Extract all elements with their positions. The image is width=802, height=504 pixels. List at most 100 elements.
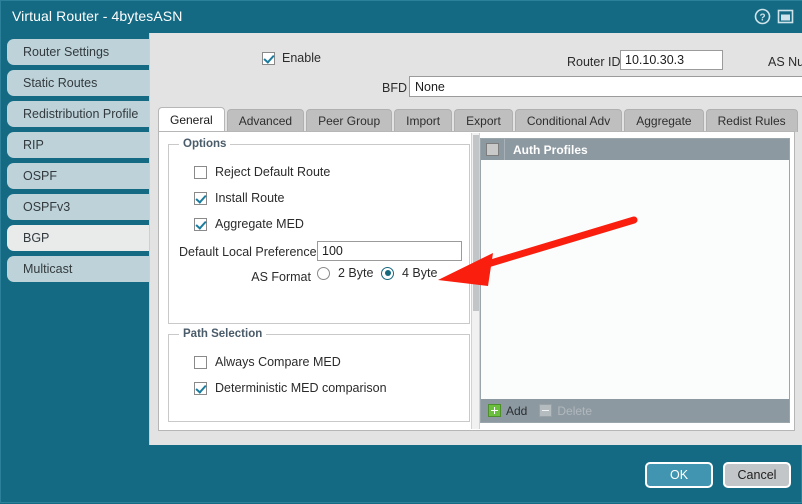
plus-icon — [488, 404, 501, 417]
header-form: Enable Router ID 10.10.30.3 AS Number 42… — [150, 33, 802, 99]
tab-label: Redist Rules — [717, 114, 786, 128]
path-selection-fieldset: Path Selection Always Compare MED Determ… — [168, 328, 470, 422]
sidebar-item-label: BGP — [23, 231, 50, 245]
deterministic-med-row[interactable]: Deterministic MED comparison — [194, 381, 387, 395]
deterministic-med-checkbox[interactable] — [194, 381, 207, 395]
bfd-label: BFD — [382, 81, 407, 95]
router-id-label: Router ID — [567, 55, 621, 69]
tab-label: General — [170, 113, 213, 127]
tab-label: Peer Group — [318, 114, 381, 128]
window-title: Virtual Router - 4bytesASN — [12, 8, 183, 24]
as-format-2byte-label: 2 Byte — [338, 266, 374, 280]
default-local-preference-input[interactable]: 100 — [317, 241, 462, 261]
minus-icon — [539, 404, 553, 417]
sidebar-item-bgp[interactable]: BGP — [7, 225, 149, 251]
default-local-preference-label: Default Local Preference — [179, 245, 317, 259]
titlebar: Virtual Router - 4bytesASN ? — [1, 1, 802, 33]
as-format-2byte-option[interactable]: 2 Byte — [317, 266, 373, 280]
bfd-select[interactable]: None — [409, 76, 802, 97]
tab-peer-group[interactable]: Peer Group — [306, 109, 393, 132]
deterministic-med-label: Deterministic MED comparison — [215, 381, 387, 395]
sidebar-item-label: Redistribution Profile — [23, 107, 139, 121]
tab-conditional-adv[interactable]: Conditional Adv — [514, 109, 623, 132]
as-format-label: AS Format — [251, 270, 311, 284]
enable-checkbox-row[interactable]: Enable — [262, 51, 321, 65]
tab-aggregate[interactable]: Aggregate — [624, 109, 704, 132]
cancel-button-label: Cancel — [737, 468, 777, 482]
delete-button-label: Delete — [557, 403, 593, 418]
auth-profiles-list-body[interactable] — [481, 160, 789, 399]
ok-button[interactable]: OK — [645, 462, 713, 488]
tab-label: Aggregate — [636, 114, 692, 128]
cancel-button[interactable]: Cancel — [723, 462, 791, 488]
tab-label: Conditional Adv — [526, 114, 611, 128]
tab-label: Advanced — [238, 114, 293, 128]
sidebar-item-label: Multicast — [23, 262, 73, 276]
sidebar-item-label: RIP — [23, 138, 44, 152]
always-compare-med-row[interactable]: Always Compare MED — [194, 355, 341, 369]
sidebar-item-rip[interactable]: RIP — [7, 132, 149, 158]
dialog-footer-buttons: OK Cancel — [645, 462, 791, 488]
sidebar-item-ospfv3[interactable]: OSPFv3 — [7, 194, 149, 220]
auth-profiles-select-all-checkbox[interactable] — [486, 143, 499, 156]
install-route-label: Install Route — [215, 191, 285, 205]
as-format-4byte-option[interactable]: 4 Byte — [381, 266, 437, 280]
tab-advanced[interactable]: Advanced — [226, 109, 305, 132]
reject-default-route-row[interactable]: Reject Default Route — [194, 165, 330, 179]
add-button-label: Add — [506, 403, 528, 418]
aggregate-med-checkbox[interactable] — [194, 217, 207, 231]
auth-profiles-footer: Add Delete — [481, 399, 789, 422]
sidebar: Router Settings Static Routes Redistribu… — [1, 39, 149, 287]
path-selection-legend: Path Selection — [179, 328, 267, 340]
sidebar-item-multicast[interactable]: Multicast — [7, 256, 149, 282]
sidebar-item-router-settings[interactable]: Router Settings — [7, 39, 149, 65]
panel-scrollbar-thumb[interactable] — [473, 135, 479, 311]
sidebar-item-label: OSPFv3 — [23, 200, 71, 214]
enable-label: Enable — [282, 51, 321, 65]
tab-general[interactable]: General — [158, 107, 225, 132]
always-compare-med-checkbox[interactable] — [194, 355, 207, 369]
tab-label: Import — [406, 114, 441, 128]
auth-profiles-header: Auth Profiles — [481, 139, 789, 160]
general-left-column: Options Reject Default Route Install Rou… — [159, 132, 479, 430]
router-id-input[interactable]: 10.10.30.3 — [620, 50, 723, 70]
window-restore-icon[interactable] — [777, 8, 794, 25]
install-route-checkbox[interactable] — [194, 191, 207, 205]
install-route-row[interactable]: Install Route — [194, 191, 284, 205]
enable-checkbox[interactable] — [262, 51, 275, 65]
aggregate-med-label: Aggregate MED — [215, 217, 304, 231]
sidebar-item-label: Router Settings — [23, 45, 110, 59]
titlebar-icon-group: ? — [754, 8, 794, 25]
dialog-body: Enable Router ID 10.10.30.3 AS Number 42… — [149, 33, 802, 445]
auth-profiles-select-all-cell[interactable] — [481, 139, 505, 160]
tab-export[interactable]: Export — [454, 109, 513, 132]
panel-scrollbar[interactable] — [471, 133, 480, 429]
sidebar-item-redistribution-profile[interactable]: Redistribution Profile — [7, 101, 149, 127]
ok-button-label: OK — [669, 468, 689, 482]
tab-redist-rules[interactable]: Redist Rules — [705, 109, 798, 132]
general-tab-panel: Options Reject Default Route Install Rou… — [158, 131, 795, 431]
sidebar-item-label: OSPF — [23, 169, 58, 183]
always-compare-med-label: Always Compare MED — [215, 355, 341, 369]
auth-profiles-panel: Auth Profiles Add Delete — [480, 138, 790, 423]
reject-default-route-label: Reject Default Route — [215, 165, 331, 179]
svg-text:?: ? — [759, 12, 765, 23]
auth-profiles-column-header: Auth Profiles — [513, 142, 588, 157]
tab-import[interactable]: Import — [394, 109, 453, 132]
add-button[interactable]: Add — [488, 404, 527, 418]
aggregate-med-row[interactable]: Aggregate MED — [194, 217, 304, 231]
tab-strip: General Advanced Peer Group Import Expor… — [158, 107, 798, 132]
bfd-selected-value: None — [415, 79, 445, 94]
sidebar-item-label: Static Routes — [23, 76, 98, 90]
options-legend: Options — [179, 138, 231, 150]
as-format-4byte-radio[interactable] — [381, 266, 394, 280]
virtual-router-dialog: Virtual Router - 4bytesASN ? Router Sett… — [0, 0, 802, 503]
options-fieldset: Options Reject Default Route Install Rou… — [168, 138, 470, 324]
as-number-label: AS Number — [768, 55, 802, 69]
delete-button[interactable]: Delete — [539, 404, 592, 418]
sidebar-item-ospf[interactable]: OSPF — [7, 163, 149, 189]
reject-default-route-checkbox[interactable] — [194, 165, 207, 179]
as-format-2byte-radio[interactable] — [317, 266, 330, 280]
help-circle-icon[interactable]: ? — [754, 8, 771, 25]
sidebar-item-static-routes[interactable]: Static Routes — [7, 70, 149, 96]
